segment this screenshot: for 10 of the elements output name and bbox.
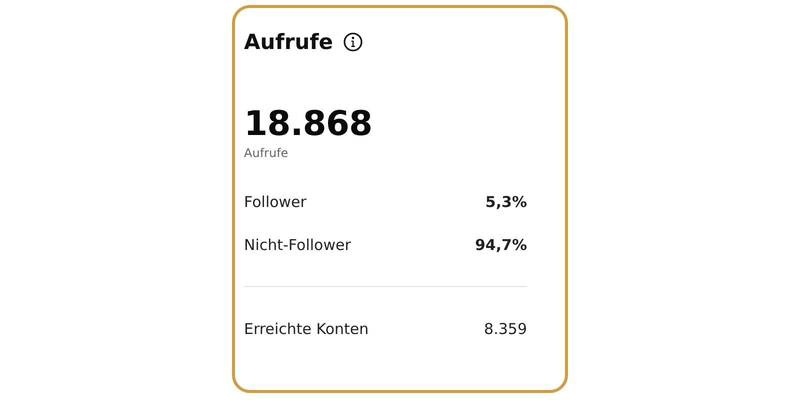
card-title: Aufrufe (244, 30, 334, 54)
info-icon[interactable] (343, 32, 364, 52)
row-value: 8.359 (484, 320, 527, 338)
total-label: Aufrufe (244, 146, 290, 160)
row-label: Follower (244, 192, 306, 210)
total-value: 18.868 (244, 104, 374, 144)
row-label: Erreichte Konten (244, 320, 369, 338)
row-label: Nicht-Follower (244, 236, 351, 254)
row-value: 94,7% (474, 236, 527, 254)
row-value: 5,3% (485, 192, 527, 210)
